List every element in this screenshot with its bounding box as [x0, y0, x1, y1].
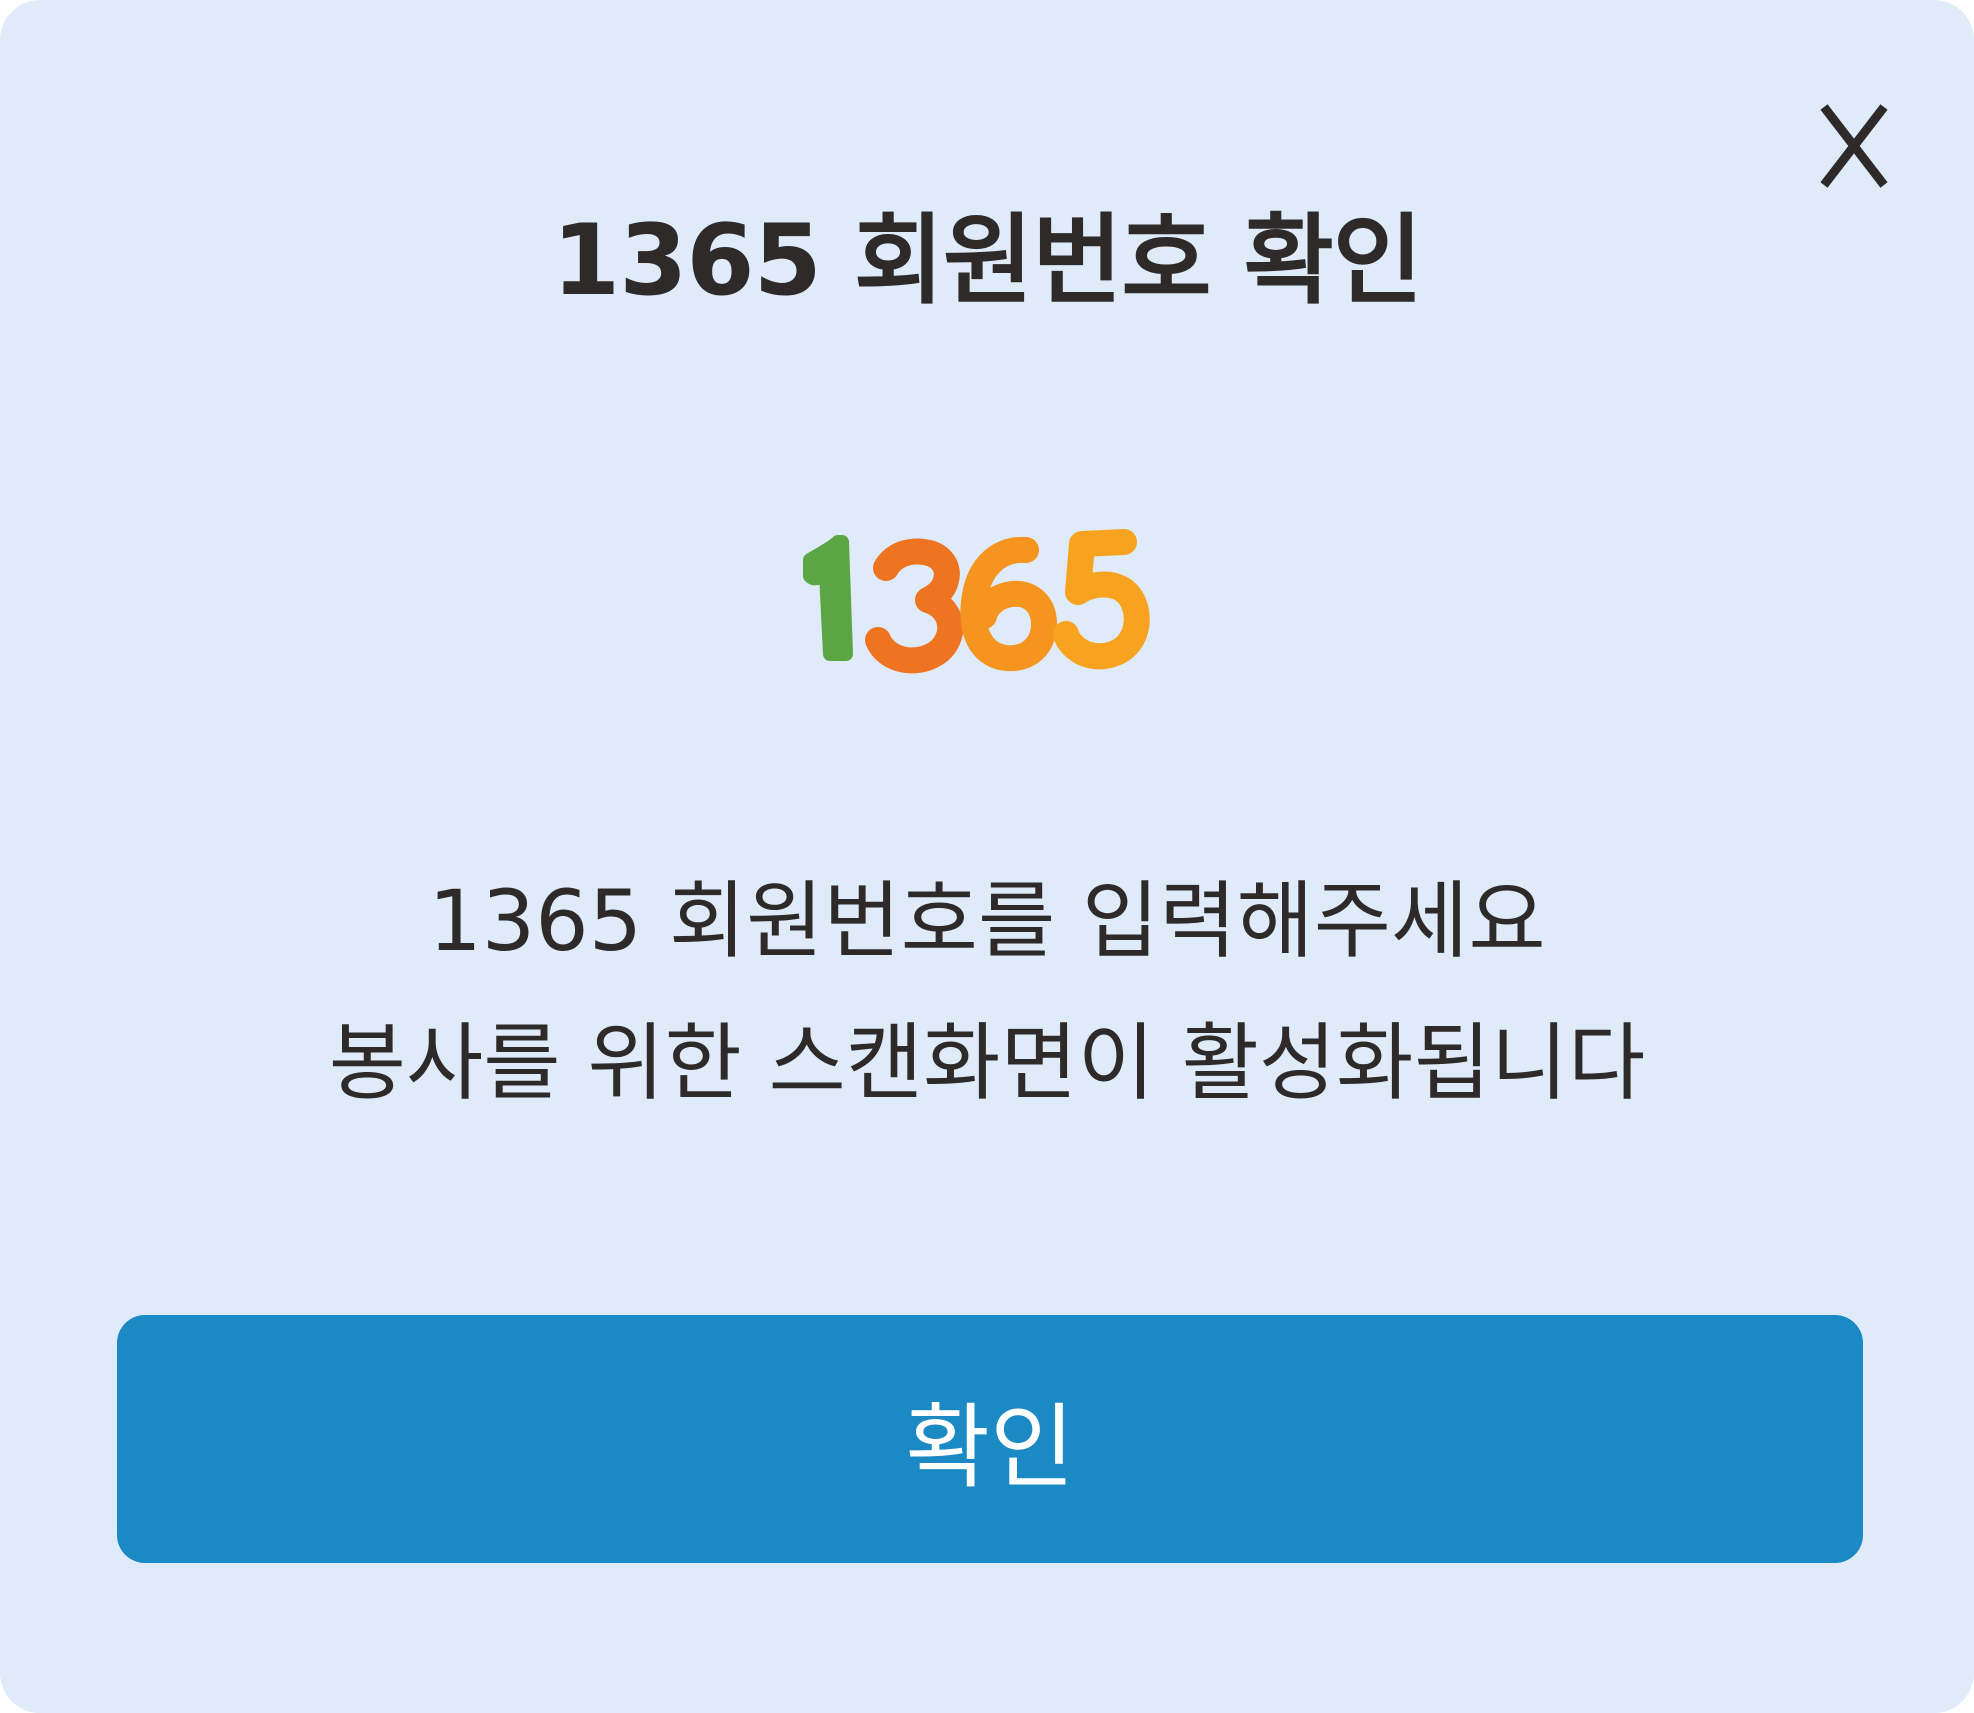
logo-digit-1 [803, 535, 853, 661]
logo-1365 [803, 529, 1150, 674]
dialog-title: 1365 회원번호 확인 [552, 204, 1423, 318]
confirm-button[interactable]: 확인 [117, 1315, 1863, 1563]
message-line-1: 1365 회원번호를 입력해주세요 [428, 872, 1546, 970]
close-button[interactable] [1810, 96, 1898, 196]
logo-digit-6 [960, 536, 1057, 672]
logo-digit-3 [865, 538, 964, 674]
instruction-message: 1365 회원번호를 입력해주세요 봉사를 위한 스캔화면이 활성화됩니다 [0, 850, 1974, 1134]
member-number-dialog: 1365 회원번호 확인 1365 회원번호를 입력해주세요 봉사를 위한 스캔… [0, 0, 1974, 1713]
logo-digit-5 [1053, 529, 1150, 670]
close-icon [1820, 104, 1888, 188]
message-line-2: 봉사를 위한 스캔화면이 활성화됩니다 [328, 1014, 1646, 1112]
